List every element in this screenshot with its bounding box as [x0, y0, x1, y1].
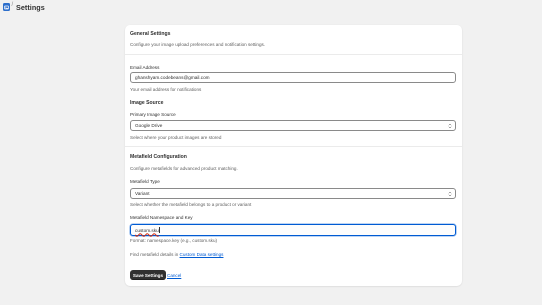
- metafield-namespace-input[interactable]: custom.sku: [130, 224, 456, 236]
- settings-card: General Settings Configure your image up…: [125, 25, 462, 286]
- section-divider: [125, 146, 462, 147]
- select-chevron-icon: [448, 123, 452, 129]
- select-chevron-icon: [448, 191, 452, 197]
- image-source-heading: Image Source: [130, 100, 164, 106]
- custom-data-settings-link[interactable]: Custom Data settings: [180, 252, 224, 257]
- email-help-text: Your email address for notifications: [130, 87, 202, 92]
- image-source-help-text: Select where your product images are sto…: [130, 135, 222, 140]
- metafield-configuration-description: Configure metafields for advanced produc…: [130, 166, 238, 171]
- metafield-namespace-label: Metafield Namespace and Key: [130, 215, 193, 220]
- metafield-configuration-heading: Metafield Configuration: [130, 154, 187, 160]
- primary-image-source-value: Google Drive: [135, 123, 163, 128]
- email-field[interactable]: ghanshyam.codebeans@gmail.com: [130, 72, 456, 83]
- page-title: Settings: [16, 2, 45, 12]
- breadcrumb-separator: /: [11, 2, 14, 8]
- metafield-type-label: Metafield Type: [130, 179, 160, 184]
- metafield-namespace-help-text: Format: namespace.key (e.g., custom.sku): [130, 238, 218, 243]
- general-settings-description: Configure your image upload preferences …: [130, 42, 266, 47]
- top-bar: / Settings: [0, 0, 542, 16]
- text-caret: [159, 227, 160, 233]
- general-settings-heading: General Settings: [130, 31, 171, 37]
- metafield-namespace-value: custom.sku: [135, 227, 159, 233]
- primary-image-source-label: Primary Image Source: [130, 112, 176, 117]
- metafield-type-help-text: Select whether the metafield belongs to …: [130, 202, 252, 207]
- primary-image-source-select[interactable]: Google Drive: [130, 120, 456, 131]
- email-value: ghanshyam.codebeans@gmail.com: [135, 75, 210, 80]
- metafield-type-select[interactable]: Variant: [130, 188, 456, 199]
- section-divider: [125, 54, 462, 55]
- save-settings-button[interactable]: Save Settings: [130, 270, 166, 280]
- find-metafield-prefix: Find metafield details in: [130, 252, 179, 257]
- app-logo-icon[interactable]: [3, 3, 10, 11]
- email-label: Email Address: [130, 65, 160, 70]
- metafield-type-value: Variant: [135, 191, 150, 196]
- find-metafield-details-text: Find metafield details in Custom Data se…: [130, 252, 223, 257]
- cancel-link[interactable]: Cancel: [167, 273, 181, 278]
